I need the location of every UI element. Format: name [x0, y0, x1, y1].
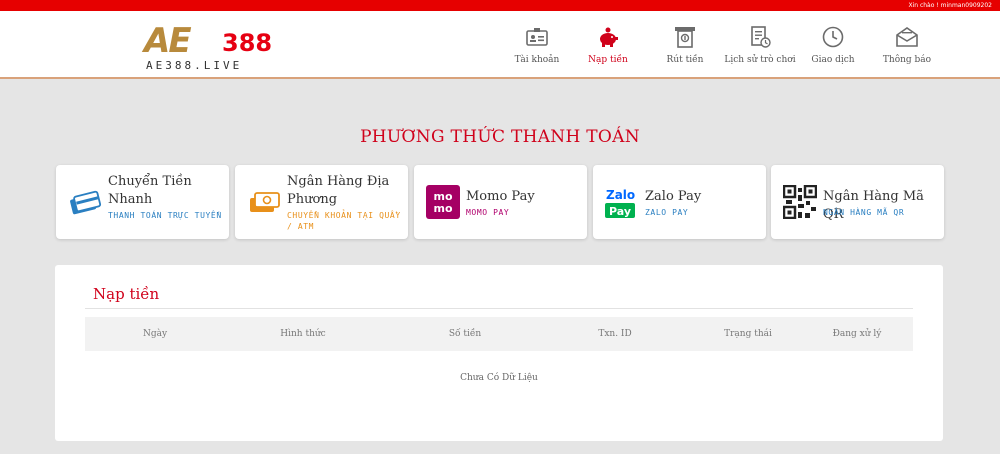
piggy-bank-icon: [600, 27, 618, 47]
empty-state-message: Chưa Có Dữ Liệu: [460, 373, 538, 383]
nav-label: Lịch sử trò chơi: [724, 55, 796, 65]
logo-mark: AE: [144, 21, 192, 61]
nav-label: Thông báo: [882, 55, 932, 65]
method-title: Momo Pay: [466, 189, 535, 204]
method-title: Chuyển Tiền Nhanh: [108, 174, 192, 207]
table-header: Ngày Hình thức Số tiền Txn. ID Trạng thá…: [85, 317, 913, 351]
method-fast-transfer[interactable]: Chuyển Tiền Nhanh THANH TOÁN TRỰC TUYẾN: [56, 165, 229, 239]
nav-label: Nạp tiền: [588, 55, 628, 65]
zalopay-logo-icon: Zalo Pay: [605, 188, 635, 218]
site-logo[interactable]: AE 388 AE388.LIVE: [140, 21, 280, 73]
atm-withdraw-icon: [675, 27, 695, 48]
svg-text:Pay: Pay: [609, 205, 631, 218]
site-header: AE 388 AE388.LIVE Tài khoản Nạp tiền Rút…: [0, 11, 1000, 79]
logo-domain: AE388.LIVE: [146, 59, 243, 72]
deposit-history-panel: Nạp tiền Ngày Hình thức Số tiền Txn. ID …: [55, 265, 943, 441]
method-zalo[interactable]: Zalo Pay Zalo Pay ZALO PAY: [593, 165, 766, 239]
method-subtitle: ZALO PAY: [645, 208, 689, 217]
credit-cards-icon: [70, 190, 102, 215]
svg-text:Zalo: Zalo: [606, 188, 635, 202]
method-momo[interactable]: mo mo Momo Pay MOMO PAY: [414, 165, 587, 239]
column-header-amount: Số tiền: [448, 329, 482, 339]
clock-icon: [822, 26, 844, 48]
column-header-date: Ngày: [142, 329, 168, 339]
momo-logo-icon: mo mo: [426, 185, 460, 219]
method-title: Ngân Hàng Mã QR: [823, 189, 924, 222]
method-subtitle: MOMO PAY: [466, 208, 510, 217]
nav-label: Rút tiền: [666, 55, 704, 65]
account-card-icon: [526, 28, 548, 46]
column-header-method: Hình thức: [280, 329, 326, 339]
game-history-icon: [751, 26, 771, 48]
nav-game-history[interactable]: Lịch sử trò chơi: [722, 25, 798, 71]
method-qr-bank[interactable]: Ngân Hàng Mã QR NGÂN HÀNG MÃ QR: [771, 165, 944, 239]
method-local-bank[interactable]: Ngân Hàng Địa Phương CHUYỂN KHOẢN TẠI QU…: [235, 165, 408, 239]
top-bar: Xin chào ! minman0909202: [0, 0, 1000, 11]
qr-code-icon: [783, 185, 817, 219]
nav-notifications[interactable]: Thông báo: [878, 25, 936, 71]
page-title: PHƯƠNG THỨC THANH TOÁN: [360, 127, 640, 147]
column-header-processing: Đang xử lý: [832, 329, 882, 339]
method-title: Zalo Pay: [645, 189, 702, 204]
logo-number: 388: [222, 29, 273, 57]
panel-title: Nạp tiền: [93, 285, 160, 303]
method-subtitle: CHUYỂN KHOẢN TẠI QUẦY / ATM: [287, 211, 401, 231]
method-subtitle: THANH TOÁN TRỰC TUYẾN: [108, 211, 222, 220]
cash-icon: [250, 192, 280, 212]
nav-deposit[interactable]: Nạp tiền: [582, 25, 634, 71]
mail-icon: [896, 27, 918, 47]
column-header-txn-id: Txn. ID: [598, 329, 632, 339]
nav-withdraw[interactable]: Rút tiền: [660, 25, 710, 71]
user-greeting: Xin chào ! minman0909202: [908, 2, 992, 9]
svg-text:mo: mo: [433, 202, 452, 215]
divider: [85, 308, 913, 309]
method-subtitle: NGÂN HÀNG MÃ QR: [823, 208, 905, 217]
column-header-status: Trạng thái: [724, 329, 772, 339]
nav-label: Tài khoản: [514, 55, 560, 65]
nav-label: Giao dịch: [811, 55, 855, 65]
nav-transactions[interactable]: Giao dịch: [808, 25, 858, 71]
nav-account[interactable]: Tài khoản: [507, 25, 567, 71]
method-title: Ngân Hàng Địa Phương: [287, 174, 390, 207]
